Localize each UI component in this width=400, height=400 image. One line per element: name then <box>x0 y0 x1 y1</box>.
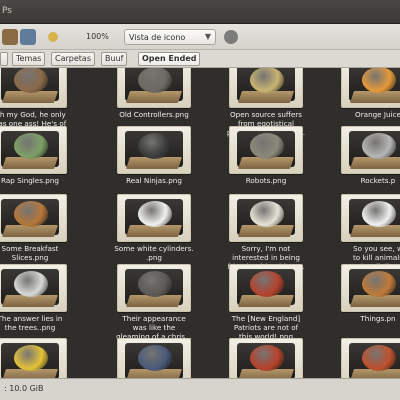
crab-icon <box>362 345 396 371</box>
file-item[interactable] <box>100 338 212 378</box>
cylinder-icon <box>138 201 172 227</box>
ninja-icon <box>138 133 172 159</box>
breadcrumb-item-open-ended[interactable]: Open Ended <box>138 52 201 66</box>
file-thumbnail <box>0 264 67 312</box>
file-item[interactable]: So you see, w to kill animals they'll di… <box>324 194 400 271</box>
file-thumbnail <box>341 126 400 174</box>
money-icon <box>14 133 48 159</box>
file-thumbnail <box>341 68 400 108</box>
shirt-icon <box>250 201 284 227</box>
computer-icon[interactable] <box>20 29 36 45</box>
breadcrumb-item-temas[interactable]: Temas <box>12 52 46 66</box>
file-thumbnail <box>229 194 303 242</box>
file-item[interactable]: Orange Juice <box>324 68 400 128</box>
file-item[interactable]: Real Ninjas.png <box>100 126 212 194</box>
file-item[interactable]: Some Breakfast Slices.png <box>0 194 88 262</box>
file-item[interactable]: Sorry, I'm not interested in being frien… <box>212 194 324 271</box>
file-item[interactable] <box>0 338 88 378</box>
face-icon <box>14 68 48 93</box>
file-name: Rap Singles.png <box>1 176 59 185</box>
file-thumbnail <box>229 264 303 312</box>
file-item[interactable]: The [New England] Patriots are not of th… <box>212 264 324 341</box>
file-name: Old Controllers.png <box>119 110 189 119</box>
file-name: Real Ninjas.png <box>126 176 182 185</box>
file-thumbnail <box>0 194 67 242</box>
file-thumbnail <box>0 126 67 174</box>
glass-icon <box>362 68 396 93</box>
batman-icon <box>138 345 172 371</box>
file-thumbnail <box>0 338 67 378</box>
file-item[interactable]: Rap Singles.png <box>0 126 88 194</box>
capsule-icon <box>250 271 284 297</box>
file-item[interactable]: Oh my God, he only has one ass! He's of … <box>0 68 88 137</box>
chevron-down-icon: ▼ <box>204 32 211 41</box>
window-title: Ps <box>2 6 12 16</box>
zoom-out-icon[interactable] <box>48 32 58 42</box>
home-icon[interactable] <box>2 29 18 45</box>
controller-icon <box>138 68 172 93</box>
file-item[interactable]: Rockets.p <box>324 126 400 194</box>
file-name: Rockets.p <box>360 176 396 185</box>
breadcrumb-item-back[interactable] <box>0 52 8 66</box>
rocket-icon <box>362 133 396 159</box>
file-thumbnail <box>0 68 67 108</box>
file-name: Their appearance was like the gleaming o… <box>116 314 192 341</box>
breadcrumb-item-buuf[interactable]: Buuf <box>101 52 128 66</box>
warning-icon <box>14 345 48 371</box>
file-name: Orange Juice <box>355 110 400 119</box>
title-bar: Ps <box>0 0 400 24</box>
free-space-text: : 10.0 GiB <box>4 384 44 393</box>
file-thumbnail <box>117 194 191 242</box>
file-item[interactable]: Old Controllers.png <box>100 68 212 128</box>
file-thumbnail <box>117 126 191 174</box>
file-thumbnail <box>229 338 303 378</box>
file-name: Some white cylinders. .png <box>114 244 194 262</box>
file-item[interactable]: The answer lies in the trees..png <box>0 264 88 332</box>
jar-icon <box>250 68 284 93</box>
file-name: The [New England] Patriots are not of th… <box>231 314 301 341</box>
view-mode-value: Vista de icono <box>129 33 186 42</box>
binoculars-icon <box>138 271 172 297</box>
file-item[interactable] <box>324 338 400 378</box>
note-icon <box>362 201 396 227</box>
breadcrumb-item-carpetas[interactable]: Carpetas <box>51 52 95 66</box>
file-name: Things.pn <box>360 314 396 323</box>
file-icon-grid: Oh my God, he only has one ass! He's of … <box>0 68 400 378</box>
file-item[interactable]: Things.pn <box>324 264 400 332</box>
status-bar: : 10.0 GiB <box>0 378 400 400</box>
burger-icon <box>362 271 396 297</box>
file-thumbnail <box>229 126 303 174</box>
file-name: The answer lies in the trees..png <box>0 314 63 332</box>
file-thumbnail <box>229 68 303 108</box>
file-thumbnail <box>117 68 191 108</box>
file-thumbnail <box>117 338 191 378</box>
file-name: Robots.png <box>245 176 287 185</box>
file-thumbnail <box>341 194 400 242</box>
file-item[interactable]: Their appearance was like the gleaming o… <box>100 264 212 341</box>
zoom-level: 100% <box>86 32 109 41</box>
file-item[interactable]: Robots.png <box>212 126 324 194</box>
file-item[interactable] <box>212 338 324 378</box>
file-thumbnail <box>341 264 400 312</box>
file-item[interactable]: Open source suffers from egotistical pro… <box>212 68 324 137</box>
file-thumbnail <box>117 264 191 312</box>
file-thumbnail <box>341 338 400 378</box>
search-icon[interactable] <box>224 30 238 44</box>
robot-icon <box>250 133 284 159</box>
ball-icon <box>250 345 284 371</box>
breadcrumb: Temas Carpetas Buuf Open Ended <box>0 50 400 68</box>
file-item[interactable]: Some white cylinders. .png <box>100 194 212 262</box>
view-mode-select[interactable]: Vista de icono ▼ <box>124 29 216 45</box>
toolbar: 100% Vista de icono ▼ <box>0 24 400 50</box>
file-name: Some Breakfast Slices.png <box>1 244 59 262</box>
pancakes-icon <box>14 201 48 227</box>
cloud-icon <box>14 271 48 297</box>
